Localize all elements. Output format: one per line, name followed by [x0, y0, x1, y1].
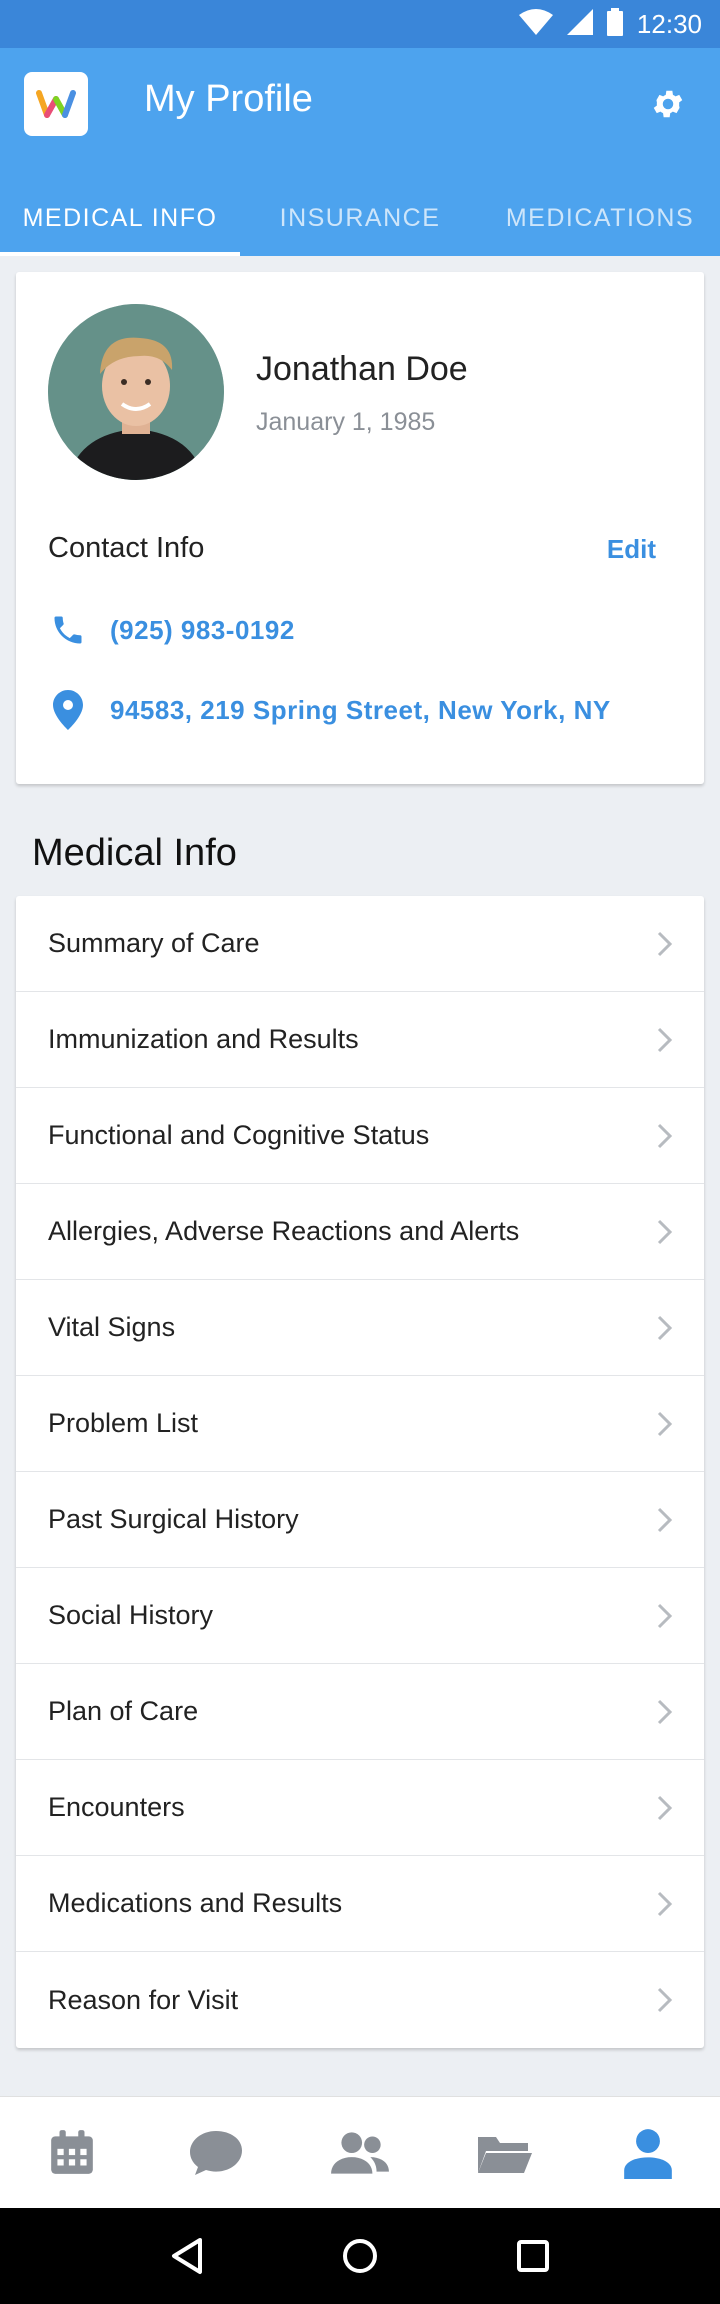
- tab-label: MEDICAL INFO: [22, 203, 218, 232]
- list-item-label: Past Surgical History: [48, 1504, 299, 1534]
- status-bar: 12:30: [0, 0, 720, 48]
- list-item[interactable]: Reason for Visit: [16, 1952, 704, 2048]
- tab-label: MEDICATIONS: [505, 203, 695, 232]
- phone-number: (925) 983-0192: [110, 614, 295, 645]
- status-time: 12:30: [636, 8, 702, 39]
- list-item[interactable]: Past Surgical History: [16, 1472, 704, 1568]
- nav-messages[interactable]: [144, 2097, 288, 2208]
- list-item-label: Social History: [48, 1600, 214, 1630]
- chevron-right-icon: [657, 931, 673, 957]
- tab-bar: MEDICAL INFO INSURANCE MEDICATIONS: [0, 180, 720, 256]
- list-item-label: Problem List: [48, 1408, 199, 1438]
- phone-row[interactable]: (925) 983-0192: [48, 610, 295, 650]
- list-item[interactable]: Social History: [16, 1568, 704, 1664]
- back-triangle-icon: [171, 2238, 202, 2274]
- user-name: Jonathan Doe: [256, 350, 468, 388]
- list-item[interactable]: Plan of Care: [16, 1664, 704, 1760]
- list-item-label: Immunization and Results: [48, 1024, 359, 1054]
- recents-square-icon: [517, 2240, 550, 2272]
- address: 94583, 219 Spring Street, New York, NY: [110, 694, 611, 725]
- nav-contacts[interactable]: [288, 2097, 432, 2208]
- back-button[interactable]: [163, 2232, 211, 2280]
- app-bar: My Profile MEDICAL INFO INSURANCE MEDICA…: [0, 48, 720, 256]
- address-row[interactable]: 94583, 219 Spring Street, New York, NY: [48, 690, 611, 730]
- chevron-right-icon: [657, 1027, 673, 1053]
- chevron-right-icon: [657, 1219, 673, 1245]
- home-circle-icon: [342, 2239, 377, 2273]
- signal-icon: [566, 8, 593, 40]
- list-item-label: Medications and Results: [48, 1888, 343, 1918]
- list-item[interactable]: Immunization and Results: [16, 992, 704, 1088]
- chevron-right-icon: [657, 1795, 673, 1821]
- list-item-label: Plan of Care: [48, 1696, 199, 1726]
- home-button[interactable]: [336, 2232, 384, 2280]
- person-icon: [624, 2128, 672, 2179]
- page-title: My Profile: [144, 78, 313, 120]
- tab-label: INSURANCE: [279, 203, 441, 232]
- chevron-right-icon: [657, 1315, 673, 1341]
- user-birthdate: January 1, 1985: [256, 408, 436, 436]
- folder-icon: [478, 2136, 532, 2173]
- chevron-right-icon: [657, 1891, 673, 1917]
- list-item-label: Functional and Cognitive Status: [48, 1120, 430, 1150]
- medical-info-list: Summary of Care Immunization and Results…: [16, 896, 704, 2048]
- contact-info-heading: Contact Info: [48, 532, 205, 564]
- recents-button[interactable]: [509, 2232, 557, 2280]
- chevron-right-icon: [657, 1603, 673, 1629]
- tab-medical-info[interactable]: MEDICAL INFO: [0, 180, 240, 256]
- list-item[interactable]: Allergies, Adverse Reactions and Alerts: [16, 1184, 704, 1280]
- tab-insurance[interactable]: INSURANCE: [240, 180, 480, 256]
- battery-icon: [606, 7, 623, 41]
- edit-contact-button[interactable]: Edit: [607, 534, 656, 565]
- list-item-label: Allergies, Adverse Reactions and Alerts: [48, 1216, 520, 1246]
- chevron-right-icon: [657, 1123, 673, 1149]
- avatar: [48, 304, 224, 480]
- system-nav-bar: [0, 2208, 720, 2304]
- chat-icon: [190, 2130, 242, 2175]
- gear-icon: [653, 90, 683, 118]
- list-item[interactable]: Functional and Cognitive Status: [16, 1088, 704, 1184]
- list-item[interactable]: Vital Signs: [16, 1280, 704, 1376]
- profile-card: Jonathan Doe January 1, 1985 Contact Inf…: [16, 272, 704, 784]
- list-item-label: Summary of Care: [48, 928, 260, 958]
- wifi-icon: [518, 8, 553, 40]
- chevron-right-icon: [657, 1507, 673, 1533]
- list-item[interactable]: Summary of Care: [16, 896, 704, 992]
- medical-info-heading: Medical Info: [32, 832, 237, 874]
- list-item-label: Reason for Visit: [48, 1984, 239, 2015]
- nav-calendar[interactable]: [0, 2097, 144, 2208]
- settings-button[interactable]: [646, 82, 690, 126]
- chevron-right-icon: [657, 1987, 673, 2013]
- bottom-nav: [0, 2096, 720, 2208]
- location-pin-icon: [48, 690, 88, 730]
- list-item[interactable]: Encounters: [16, 1760, 704, 1856]
- chevron-right-icon: [657, 1411, 673, 1437]
- nav-profile[interactable]: [576, 2097, 720, 2208]
- list-item[interactable]: Medications and Results: [16, 1856, 704, 1952]
- list-item[interactable]: Problem List: [16, 1376, 704, 1472]
- chevron-right-icon: [657, 1699, 673, 1725]
- people-icon: [331, 2131, 389, 2174]
- phone-icon: [48, 610, 88, 650]
- nav-documents[interactable]: [432, 2097, 576, 2208]
- tab-medications[interactable]: MEDICATIONS: [480, 180, 720, 256]
- list-item-label: Encounters: [48, 1792, 185, 1822]
- list-item-label: Vital Signs: [48, 1312, 176, 1342]
- app-logo: [24, 72, 88, 136]
- calendar-icon: [51, 2129, 93, 2174]
